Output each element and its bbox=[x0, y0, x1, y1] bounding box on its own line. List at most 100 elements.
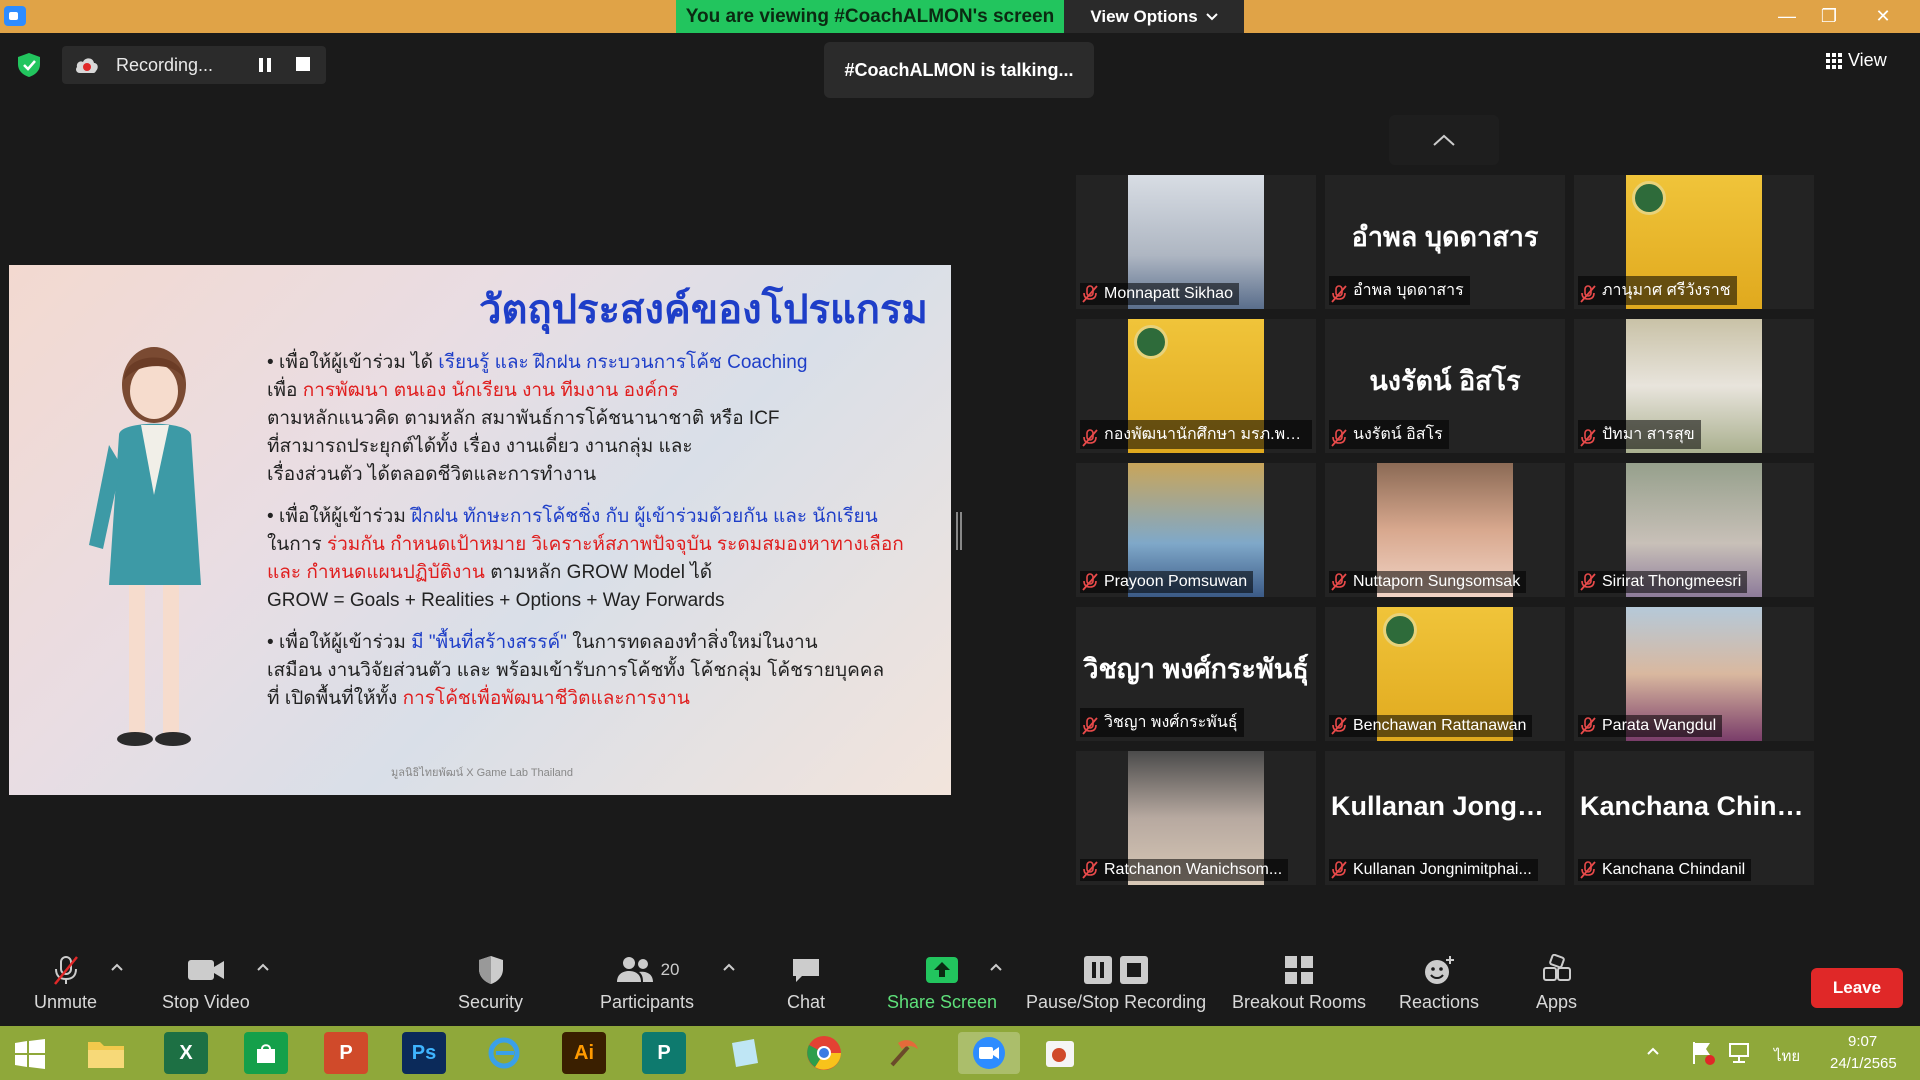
participant-name-label: ปัทมา สารสุข bbox=[1578, 420, 1701, 449]
share-options-caret-icon[interactable] bbox=[989, 962, 1003, 972]
apps-button[interactable]: Apps bbox=[1536, 954, 1577, 1013]
chevron-up-icon bbox=[1433, 134, 1455, 146]
reactions-label: Reactions bbox=[1399, 992, 1480, 1012]
file-explorer-taskbar-icon[interactable] bbox=[84, 1032, 128, 1074]
recording-indicator: Recording... bbox=[62, 46, 326, 84]
video-options-caret-icon[interactable] bbox=[256, 962, 270, 972]
slide-paragraph-2: • เพื่อให้ผู้เข้าร่วม ฝึกฝน ทักษะการโค้ช… bbox=[267, 506, 904, 611]
paper-app-taskbar-icon[interactable] bbox=[722, 1032, 766, 1074]
participant-tile[interactable]: ปัทมา สารสุข bbox=[1574, 319, 1814, 453]
view-layout-button[interactable]: View bbox=[1826, 50, 1887, 71]
participant-tile[interactable]: Sirirat Thongmeesri bbox=[1574, 463, 1814, 597]
windows-start-icon[interactable] bbox=[14, 1038, 46, 1070]
participant-tile[interactable]: Kanchana Chind... Kanchana Chindanil bbox=[1574, 751, 1814, 885]
active-speaker-banner: #CoachALMON is talking... bbox=[824, 42, 1094, 98]
network-icon[interactable] bbox=[1726, 1040, 1752, 1066]
leave-button[interactable]: Leave bbox=[1811, 968, 1903, 1008]
slide-body: • เพื่อให้ผู้เข้าร่วม ได้ เรียนรู้ และ ฝ… bbox=[267, 349, 937, 727]
clock-time[interactable]: 9:07 bbox=[1848, 1033, 1877, 1050]
participant-tile[interactable]: Nuttaporn Sungsomsak bbox=[1325, 463, 1565, 597]
muted-mic-icon bbox=[1082, 573, 1098, 591]
panel-resize-handle[interactable] bbox=[956, 512, 962, 550]
participant-display-name: นงรัตน์ อิสโร bbox=[1369, 366, 1521, 396]
action-center-flag-icon[interactable] bbox=[1690, 1040, 1716, 1066]
store-taskbar-icon[interactable] bbox=[244, 1032, 288, 1074]
internet-explorer-taskbar-icon[interactable] bbox=[482, 1032, 526, 1074]
office-lens-taskbar-icon[interactable] bbox=[1038, 1032, 1082, 1074]
view-options-button[interactable]: View Options bbox=[1064, 0, 1244, 33]
stop-recording-icon[interactable] bbox=[296, 57, 310, 71]
tool-taskbar-icon[interactable] bbox=[882, 1032, 926, 1074]
encryption-shield-icon[interactable] bbox=[16, 52, 42, 78]
participant-display-name: วิชญา พงศ์กระพันธุ์ bbox=[1083, 654, 1309, 684]
participant-tile[interactable]: Kullanan Jongni... Kullanan Jongnimitphai… bbox=[1325, 751, 1565, 885]
unmute-button[interactable]: Unmute bbox=[34, 954, 97, 1013]
breakout-rooms-button[interactable]: Breakout Rooms bbox=[1232, 954, 1366, 1013]
pause-recording-icon[interactable] bbox=[256, 56, 274, 74]
close-button[interactable]: ✕ bbox=[1862, 0, 1904, 33]
pause-stop-recording-button[interactable]: Pause/Stop Recording bbox=[1026, 954, 1206, 1013]
apps-icon bbox=[1542, 954, 1571, 981]
excel-taskbar-icon[interactable]: X bbox=[164, 1032, 208, 1074]
publisher-taskbar-icon[interactable]: P bbox=[642, 1032, 686, 1074]
participant-name-label: Monnapatt Sikhao bbox=[1080, 283, 1239, 305]
participant-tile[interactable]: Benchawan Rattanawan bbox=[1325, 607, 1565, 741]
chat-label: Chat bbox=[787, 992, 826, 1012]
zoom-taskbar-icon[interactable] bbox=[958, 1032, 1020, 1074]
university-seal-icon bbox=[1632, 181, 1666, 215]
minimize-button[interactable]: — bbox=[1766, 0, 1808, 33]
chrome-taskbar-icon[interactable] bbox=[802, 1032, 846, 1074]
restore-button[interactable]: ❐ bbox=[1808, 0, 1850, 33]
meeting-toolbar: Unmute Stop Video Security 20 Participan… bbox=[0, 940, 1920, 1026]
chevron-down-icon bbox=[1205, 12, 1218, 20]
participants-icon-group: 20 bbox=[615, 954, 679, 986]
shopping-bag-icon bbox=[257, 1044, 275, 1063]
share-screen-button[interactable]: Share Screen bbox=[887, 954, 997, 1013]
audio-options-caret-icon[interactable] bbox=[110, 962, 124, 972]
participant-tile[interactable]: วิชญา พงศ์กระพันธุ์ วิชญา พงศ์กระพันธุ์ bbox=[1076, 607, 1316, 741]
participant-name-label: วิชญา พงศ์กระพันธุ์ bbox=[1080, 708, 1244, 737]
microphone-muted-icon bbox=[53, 956, 78, 985]
video-camera-icon bbox=[187, 960, 224, 980]
muted-mic-icon bbox=[1331, 429, 1347, 447]
pause-stop-icon bbox=[1084, 956, 1149, 984]
participant-name-label: Prayoon Pomsuwan bbox=[1080, 571, 1254, 593]
folder-icon bbox=[88, 1042, 124, 1068]
security-button[interactable]: Security bbox=[458, 954, 523, 1013]
participant-tile[interactable]: Prayoon Pomsuwan bbox=[1076, 463, 1316, 597]
muted-mic-icon bbox=[1082, 717, 1098, 735]
chrome-icon bbox=[807, 1036, 841, 1070]
participant-tile[interactable]: Parata Wangdul bbox=[1574, 607, 1814, 741]
participant-tile[interactable]: อำพล บุดดาสาร อำพล บุดดาสาร bbox=[1325, 175, 1565, 309]
tray-expand-icon[interactable] bbox=[1646, 1046, 1660, 1056]
reactions-button[interactable]: Reactions bbox=[1399, 954, 1479, 1013]
stop-video-button[interactable]: Stop Video bbox=[162, 954, 250, 1013]
participants-button[interactable]: 20 Participants bbox=[600, 954, 694, 1013]
clock-date[interactable]: 24/1/2565 bbox=[1830, 1055, 1897, 1072]
participant-tile[interactable]: Monnapatt Sikhao bbox=[1076, 175, 1316, 309]
powerpoint-taskbar-icon[interactable]: P bbox=[324, 1032, 368, 1074]
muted-mic-icon bbox=[1331, 285, 1347, 303]
participant-tile[interactable]: กองพัฒนานักศึกษา มรภ.พร... bbox=[1076, 319, 1316, 453]
participant-tile[interactable]: ภานุมาศ ศรีวังราช bbox=[1574, 175, 1814, 309]
participant-tile[interactable]: นงรัตน์ อิสโร นงรัตน์ อิสโร bbox=[1325, 319, 1565, 453]
participant-tile[interactable]: Ratchanon Wanichsom... bbox=[1076, 751, 1316, 885]
title-bar: You are viewing #CoachALMON's screen Vie… bbox=[0, 0, 1920, 33]
photoshop-taskbar-icon[interactable]: Ps bbox=[402, 1032, 446, 1074]
zoom-app-icon bbox=[4, 6, 26, 26]
slide-title: วัตถุประสงค์ของโปรแกรม bbox=[479, 288, 928, 332]
view-options-label: View Options bbox=[1090, 6, 1198, 26]
people-icon bbox=[616, 957, 653, 982]
participant-display-name: อำพล บุดดาสาร bbox=[1351, 222, 1539, 252]
participant-name-label: ภานุมาศ ศรีวังราช bbox=[1578, 276, 1737, 305]
muted-mic-icon bbox=[1331, 573, 1347, 591]
participants-options-caret-icon[interactable] bbox=[722, 962, 736, 972]
camera-app-icon bbox=[1046, 1041, 1074, 1067]
chat-button[interactable]: Chat bbox=[787, 954, 825, 1013]
input-language[interactable]: ไทย bbox=[1774, 1044, 1800, 1068]
share-screen-label: Share Screen bbox=[887, 992, 998, 1012]
internet-explorer-icon bbox=[488, 1037, 520, 1069]
participant-display-name: Kanchana Chind... bbox=[1580, 791, 1814, 821]
gallery-scroll-up-button[interactable] bbox=[1389, 115, 1499, 165]
illustrator-taskbar-icon[interactable]: Ai bbox=[562, 1032, 606, 1074]
